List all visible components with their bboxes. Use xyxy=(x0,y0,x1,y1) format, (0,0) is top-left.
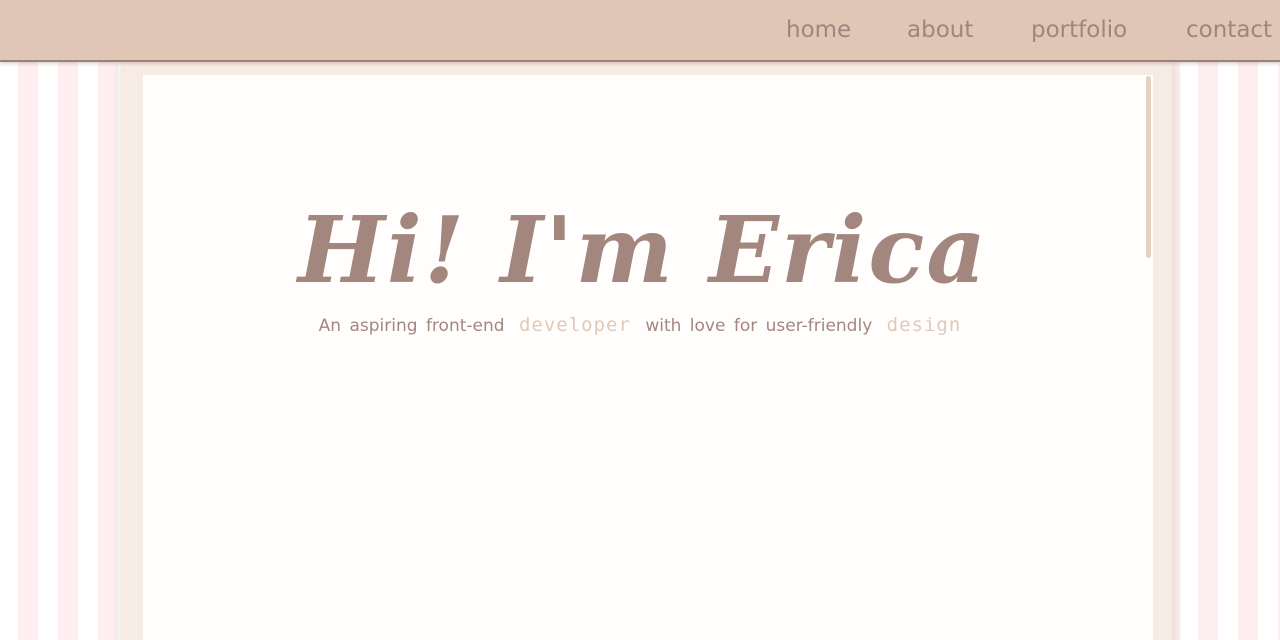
subtitle-accent-developer: developer xyxy=(518,314,631,336)
nav-link-about[interactable]: about xyxy=(907,0,973,60)
hero-subtitle: An aspiring front-end developer with lov… xyxy=(0,310,1280,341)
hero-panel xyxy=(143,75,1153,640)
subtitle-text-part1: An aspiring front-end xyxy=(318,316,505,336)
nav-link-contact[interactable]: contact xyxy=(1186,0,1272,60)
hero-title: Hi! I'm Erica xyxy=(297,196,989,304)
nav-link-home[interactable]: home xyxy=(786,0,851,60)
subtitle-accent-design: design xyxy=(886,314,962,336)
top-navbar: home about portfolio contact xyxy=(0,0,1280,62)
nav-link-portfolio[interactable]: portfolio xyxy=(1031,0,1127,60)
subtitle-text-part2: with love for user-friendly xyxy=(645,316,873,336)
